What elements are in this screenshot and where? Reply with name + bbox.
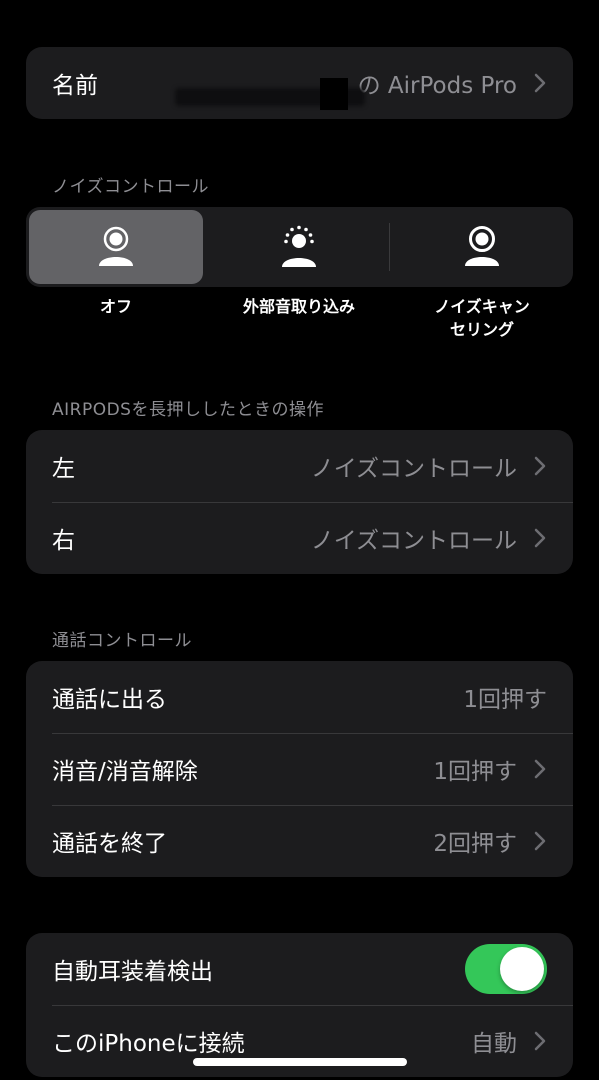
chevron-right-icon: [534, 1031, 546, 1051]
chevron-right-icon: [534, 831, 546, 851]
noise-option-off[interactable]: [29, 210, 203, 284]
segment-divider: [389, 223, 390, 271]
auto-ear-detection-row: 自動耳装着検出: [26, 933, 573, 1005]
press-hold-header: AIRPODSを長押ししたときの操作: [52, 400, 324, 420]
name-row[interactable]: 名前 の AirPods Pro: [26, 47, 573, 119]
row-label: 自動耳装着検出: [52, 959, 213, 985]
end-call-row[interactable]: 通話を終了 2回押す: [26, 805, 573, 877]
row-label: このiPhoneに接続: [52, 1031, 245, 1057]
noise-control-segmented: [26, 207, 573, 287]
row-label: 通話を終了: [52, 831, 167, 857]
noise-option-cancellation-label-line1: ノイズキャン: [434, 297, 530, 316]
chevron-right-icon: [534, 759, 546, 779]
noise-option-cancellation-label-line2: セリング: [449, 320, 514, 339]
call-controls-header: 通話コントロール: [52, 631, 192, 651]
name-group: 名前 の AirPods Pro: [26, 47, 573, 119]
chevron-right-icon: [534, 73, 546, 93]
row-value: 1回押す: [433, 759, 517, 785]
call-controls-group: 通話に出る 1回押す 消音/消音解除 1回押す 通話を終了 2回押す: [26, 661, 573, 877]
settings-group: 自動耳装着検出 このiPhoneに接続 自動: [26, 933, 573, 1077]
chevron-right-icon: [534, 456, 546, 476]
home-indicator[interactable]: [193, 1058, 407, 1066]
noise-option-off-label: オフ: [99, 297, 132, 316]
person-off-icon: [99, 226, 133, 266]
press-hold-right-row[interactable]: 右 ノイズコントロール: [26, 502, 573, 574]
press-hold-group: 左 ノイズコントロール 右 ノイズコントロール: [26, 430, 573, 574]
noise-option-cancellation[interactable]: [395, 210, 569, 284]
chevron-right-icon: [534, 528, 546, 548]
press-hold-left-row[interactable]: 左 ノイズコントロール: [26, 430, 573, 502]
row-label: 左: [52, 456, 75, 482]
noise-option-transparency-label: 外部音取り込み: [242, 297, 355, 316]
person-noise-cancel-icon: [465, 226, 499, 266]
name-value: の AirPods Pro: [357, 73, 517, 99]
row-value: 自動: [471, 1031, 517, 1057]
row-value: ノイズコントロール: [310, 456, 517, 482]
toggle-knob: [500, 947, 544, 991]
noise-option-transparency[interactable]: [212, 210, 386, 284]
row-label: 消音/消音解除: [52, 759, 198, 785]
row-value: 2回押す: [433, 831, 517, 857]
redaction-block: [320, 78, 348, 110]
answer-call-row[interactable]: 通話に出る 1回押す: [26, 661, 573, 733]
connect-iphone-row[interactable]: このiPhoneに接続 自動: [26, 1005, 573, 1077]
row-value: 1回押す: [463, 687, 547, 713]
person-transparency-icon: [282, 225, 316, 267]
noise-control-header: ノイズコントロール: [52, 177, 209, 197]
row-label: 通話に出る: [52, 687, 167, 713]
row-value: ノイズコントロール: [310, 528, 517, 554]
row-label: 右: [52, 528, 75, 554]
auto-ear-detection-toggle[interactable]: [465, 944, 547, 994]
mute-unmute-row[interactable]: 消音/消音解除 1回押す: [26, 733, 573, 805]
